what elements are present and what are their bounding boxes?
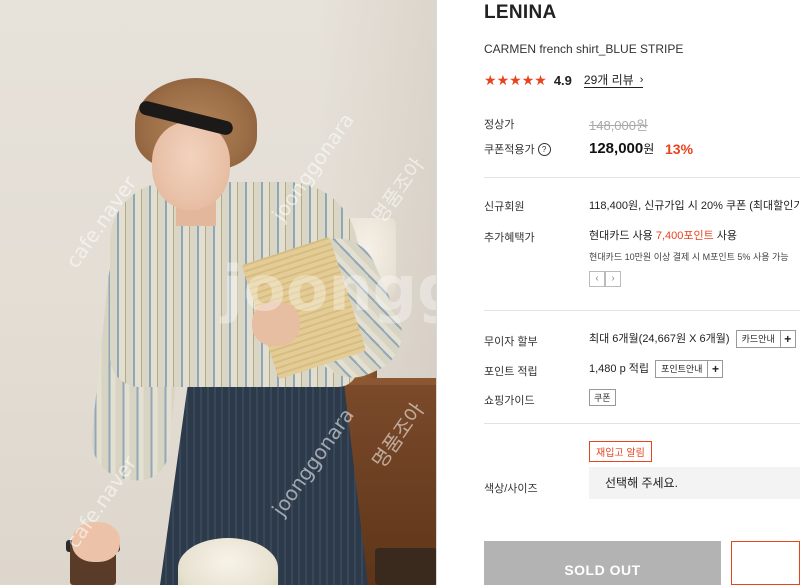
benefit-pager: ‹ › [589,271,621,287]
question-circle-icon[interactable]: ? [537,142,551,156]
star-icon: ★ [521,72,535,88]
coupon-price-value: 128,000 [589,140,644,157]
plus-icon: + [707,361,722,378]
chevron-right-icon[interactable]: › [605,271,621,287]
option-select[interactable]: 선택해 주세요. [589,467,800,499]
watermark-logo: joonggo [222,252,437,325]
coupon-price: 128,000원 [589,140,654,157]
plus-icon: + [779,331,795,348]
rating-row: ★ ★ ★ ★ ★ 4.9 29개 리뷰 › [484,72,644,88]
sold-out-button[interactable]: SOLD OUT [484,541,721,585]
wishlist-button[interactable] [731,541,800,585]
discount-rate: 13% [665,141,694,157]
extra-benefit: 현대카드 사용 7,400포인트 사용 [589,227,737,243]
coupon-price-label-row: 쿠폰적용가 ? [484,141,551,157]
extra-benefit-prefix: 현대카드 사용 [589,230,656,242]
bag [375,548,437,585]
star-icon: ★ [534,72,547,88]
card-info-label: 카드안내 [741,334,775,345]
shopping-guide-label: 쇼핑가이드 [484,395,535,407]
card-info-button[interactable]: 카드안내 + [735,330,796,349]
product-name: CARMEN french shirt_BLUE STRIPE [484,42,684,56]
new-member-label: 신규회원 [484,201,525,213]
list-price: 148,000원 [589,118,648,133]
star-icon: ★ [484,72,497,88]
installment-text: 최대 6개월(24,667원 X 6개월) [589,333,730,345]
points-info-button[interactable]: 포인트안내 + [655,360,724,379]
chevron-right-icon: › [639,73,644,86]
extra-benefit-suffix: 사용 [713,230,738,242]
extra-benefit-note: 현대카드 10만원 이상 결제 시 M포인트 5% 사용 가능 [589,252,789,262]
divider [484,310,800,311]
product-info-panel: LENINA CARMEN french shirt_BLUE STRIPE ★… [437,0,800,585]
model-face [152,122,230,210]
divider [484,177,800,178]
rating-score: 4.9 [553,72,572,88]
star-icon: ★ [496,72,510,88]
installment-info: 최대 6개월(24,667원 X 6개월) 카드안내 + [589,330,796,349]
extra-benefit-points: 7,400포인트 [655,230,714,242]
points-text: 1,480 p 적립 [589,363,649,375]
coupon-price-label: 쿠폰적용가 [484,144,535,156]
extra-benefit-label: 추가혜택가 [484,232,535,244]
coupon-price-unit: 원 [643,142,655,156]
brand-name[interactable]: LENINA [484,2,557,24]
divider [484,423,800,424]
star-icon: ★ [509,72,522,88]
restock-alert-button[interactable]: 재입고 알림 [589,441,652,462]
review-link-label: 29개 리뷰 [583,72,634,87]
rating-stars: ★ ★ ★ ★ ★ [484,72,547,88]
coupon-tag[interactable]: 쿠폰 [589,389,616,406]
option-label: 색상/사이즈 [484,483,538,495]
new-member-benefit: 118,400원, 신규가입 시 20% 쿠폰 (최대할인가) [589,200,800,212]
list-price-label: 정상가 [484,119,515,131]
points-label: 포인트 적립 [484,366,538,378]
installment-label: 무이자 할부 [484,336,538,348]
review-link[interactable]: 29개 리뷰 › [583,72,644,88]
product-image[interactable]: cafe.naver joonggonara 명품조아 cafe.naver j… [0,0,437,585]
points-info-label: 포인트안내 [661,364,703,375]
points-info: 1,480 p 적립 포인트안내 + [589,360,724,379]
chevron-left-icon[interactable]: ‹ [589,271,605,287]
